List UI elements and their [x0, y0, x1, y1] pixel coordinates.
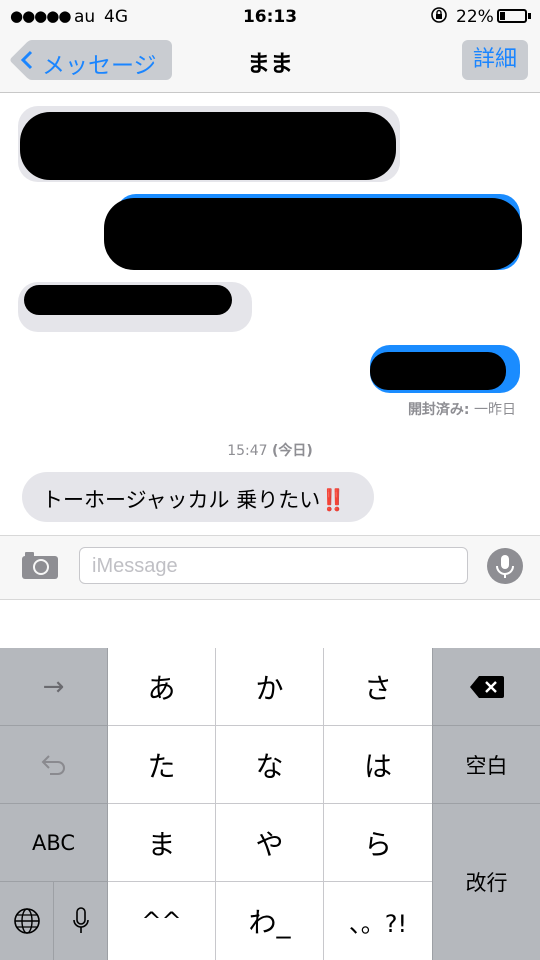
delete-key[interactable] — [432, 648, 540, 726]
timestamp-day: (今日) — [272, 443, 313, 459]
key-label: あ — [147, 671, 176, 705]
key-dakuten[interactable]: ^^ — [108, 882, 216, 960]
key-ma[interactable]: ま — [108, 804, 216, 882]
key-label: ^^ — [141, 907, 182, 935]
double-exclamation-emoji: ‼️ — [320, 488, 347, 512]
camera-button[interactable] — [21, 550, 59, 580]
rotation-lock-icon — [430, 6, 448, 29]
key-a[interactable]: あ — [108, 648, 216, 726]
key-label: た — [147, 749, 176, 783]
key-label: な — [255, 749, 284, 783]
abc-key-label: ABC — [31, 830, 76, 855]
message-body: トーホージャッカル 乗りたい — [42, 488, 321, 512]
redaction-mark — [24, 285, 232, 315]
key-label: は — [363, 749, 392, 783]
abc-key[interactable]: ABC — [0, 804, 108, 882]
globe-key[interactable] — [0, 882, 54, 960]
camera-icon — [22, 552, 58, 579]
status-bar: ●●●●● au 4G 16:13 22% — [0, 0, 540, 34]
details-button[interactable]: 詳細 — [462, 40, 528, 80]
key-na[interactable]: な — [216, 726, 324, 804]
undo-key[interactable] — [0, 726, 108, 804]
globe-icon — [13, 908, 40, 934]
key-label: か — [255, 671, 284, 705]
undo-icon — [41, 754, 65, 775]
key-label: ら — [363, 827, 392, 861]
conversation-title: まま — [247, 51, 293, 77]
redaction-mark — [104, 198, 522, 270]
next-candidate-key[interactable]: → — [0, 648, 108, 726]
conversation-timestamp: 15:47 (今日) — [0, 440, 540, 460]
read-receipt-label: 開封済み: — [407, 402, 470, 418]
key-label: や — [255, 827, 284, 861]
redaction-mark — [370, 352, 506, 390]
message-input-field[interactable] — [79, 547, 468, 584]
read-receipt: 開封済み: 一昨日 — [300, 399, 516, 419]
battery-percent: 22% — [456, 7, 494, 27]
battery-icon — [497, 9, 527, 23]
message-input[interactable] — [90, 554, 454, 579]
japanese-kana-keyboard: → ABC あ か さ た な は ま や ら ^^ わ_ 、。?! 空白 改行 — [0, 648, 540, 960]
key-label: さ — [363, 671, 392, 705]
arrow-right-icon: → — [42, 671, 65, 702]
key-label: ま — [147, 827, 176, 861]
key-ra[interactable]: ら — [324, 804, 432, 882]
dictation-key[interactable] — [54, 882, 108, 960]
read-receipt-time: 一昨日 — [474, 402, 516, 418]
space-key[interactable]: 空白 — [432, 726, 540, 804]
return-key[interactable]: 改行 — [432, 804, 540, 960]
key-sa[interactable]: さ — [324, 648, 432, 726]
microphone-icon — [496, 555, 514, 578]
key-ha[interactable]: は — [324, 726, 432, 804]
mic-icon — [72, 907, 89, 933]
key-ta[interactable]: た — [108, 726, 216, 804]
key-punctuation[interactable]: 、。?! — [324, 882, 432, 960]
key-label: わ_ — [248, 906, 291, 939]
redaction-mark — [20, 112, 396, 180]
space-key-label: 空白 — [465, 753, 508, 778]
key-ka[interactable]: か — [216, 648, 324, 726]
key-ya[interactable]: や — [216, 804, 324, 882]
key-label: 、。?! — [348, 909, 408, 938]
delete-icon — [469, 675, 504, 698]
message-text: トーホージャッカル 乗りたい‼️ — [42, 484, 346, 514]
battery-tip — [528, 13, 531, 19]
return-key-label: 改行 — [465, 871, 508, 895]
dictation-button[interactable] — [487, 548, 523, 584]
timestamp-time: 15:47 — [227, 443, 268, 459]
incoming-message-bubble[interactable]: トーホージャッカル 乗りたい‼️ — [22, 472, 374, 522]
key-wa[interactable]: わ_ — [216, 882, 324, 960]
